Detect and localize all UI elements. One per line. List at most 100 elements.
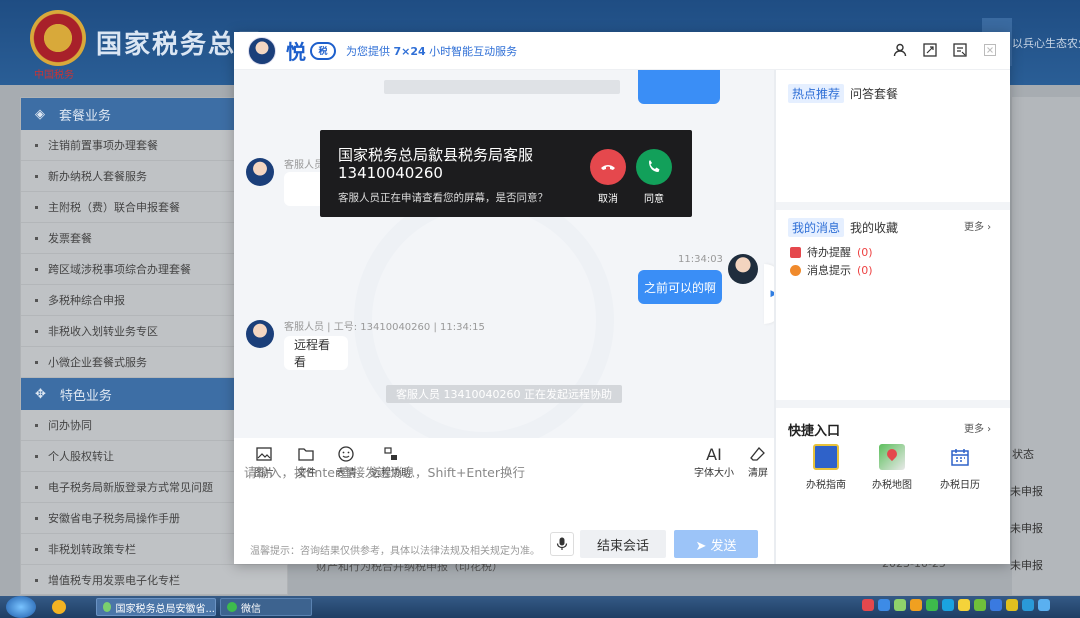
start-button[interactable] (6, 596, 36, 618)
accept-label: 同意 (644, 194, 664, 205)
tax-emblem-icon (30, 10, 86, 66)
request-subtitle: 客服人员正在申请查看您的屏幕，是否同意？ (338, 192, 548, 204)
slogan-suffix: 小时智能互动服务 (425, 44, 518, 58)
side-item-label: 跨区域涉税事项综合办理套餐 (48, 263, 191, 276)
tab-hot-recommend[interactable]: 热点推荐 (788, 84, 845, 103)
taskbar-app-browser[interactable]: 国家税务总局安徽省... (96, 598, 216, 616)
notice-label: 消息提示 (807, 264, 851, 277)
message-bubble-user-previous (638, 70, 720, 104)
system-notice-previous (384, 80, 620, 94)
map-pin-icon (879, 444, 905, 470)
font-size-label: 字体大小 (694, 468, 734, 479)
side-item-label: 电子税务局新版登录方式常见问题 (48, 481, 213, 494)
message-notice-item[interactable]: 消息提示 (0) (790, 262, 873, 278)
section-separator (776, 400, 1010, 408)
todo-reminder-item[interactable]: 待办提醒 (0) (790, 244, 873, 260)
tab-my-messages[interactable]: 我的消息 (788, 218, 845, 237)
status-value: 未申报 (1010, 522, 1043, 535)
system-tray (862, 599, 1050, 611)
decline-label: 取消 (598, 194, 618, 205)
eraser-icon (740, 446, 776, 464)
tray-icon[interactable] (1022, 599, 1034, 611)
taskbar-app-wechat[interactable]: 微信 (220, 598, 312, 616)
agent-message-meta: 客服人员 (284, 160, 324, 171)
tray-icon[interactable] (878, 599, 890, 611)
side-item-label: 注销前置事项办理套餐 (48, 139, 158, 152)
service-slogan: 为您提供 7×24 小时智能互动服务 (346, 43, 517, 59)
browser-icon (103, 602, 112, 612)
tray-icon[interactable] (926, 599, 938, 611)
microphone-icon (556, 537, 568, 550)
disclaimer-tip: 温馨提示：咨询结果仅供参考，具体以法律法规及相关规定为准。 (250, 546, 540, 557)
clear-screen-label: 清屏 (748, 468, 768, 479)
status-value: 未申报 (1010, 485, 1043, 498)
slogan-hours: 7×24 (393, 44, 426, 58)
message-text: 远程看看 (294, 338, 331, 369)
tax-guide-entry[interactable]: 办税指南 (796, 444, 856, 491)
tray-icon[interactable] (958, 599, 970, 611)
wechat-icon (227, 602, 237, 612)
message-bubble-user: 之前可以的啊 (638, 270, 722, 304)
quick-entry-label: 办税指南 (806, 480, 846, 491)
agent-avatar (246, 320, 274, 348)
notice-icon (790, 264, 801, 276)
side-group-label: 套餐业务 (59, 108, 112, 124)
export-icon[interactable] (952, 42, 968, 58)
hot-tabs: 热点推荐 问答套餐 (788, 84, 898, 103)
quick-entry-label: 办税日历 (940, 480, 980, 491)
chat-window: 悦 税 为您提供 7×24 小时智能互动服务 客服人员 一下 11:34:03 (234, 32, 1010, 564)
decline-button[interactable] (590, 149, 626, 185)
font-size-button[interactable]: AI 字体大小 (692, 446, 736, 480)
user-icon[interactable] (892, 42, 908, 58)
guide-book-icon (813, 444, 839, 470)
side-item-label: 非税收入划转业务专区 (48, 325, 158, 338)
side-item[interactable]: 增值税专用发票电子化专栏 (21, 565, 287, 594)
tab-my-favorites[interactable]: 我的收藏 (850, 218, 898, 237)
side-item-label: 个人股权转让 (48, 450, 114, 463)
tab-qa-package[interactable]: 问答套餐 (850, 84, 898, 103)
phone-icon (649, 160, 660, 172)
taskbar-app-label: 微信 (241, 603, 261, 615)
tray-icon[interactable] (1006, 599, 1018, 611)
quick-entry-more-link[interactable]: 更多 › (964, 420, 991, 435)
send-button[interactable]: ➤ 发送 (674, 530, 758, 558)
expand-icon[interactable] (922, 42, 938, 58)
clear-screen-button[interactable]: 清屏 (740, 446, 776, 479)
taskbar-app-label: 国家税务总局安徽省... (115, 603, 215, 615)
microphone-button[interactable] (550, 532, 574, 556)
message-input[interactable]: 请输入，按Enter直接发送消息，Shift+Enter换行 (244, 462, 525, 481)
taskbar: 国家税务总局安徽省... 微信 (0, 596, 1080, 618)
tax-map-entry[interactable]: 办税地图 (862, 444, 922, 491)
side-item-label: 非税划转政策专栏 (48, 543, 136, 556)
tray-icon[interactable] (974, 599, 986, 611)
calendar-icon (950, 447, 970, 467)
tax-calendar-entry[interactable]: 办税日历 (930, 444, 990, 491)
quick-launch-icon[interactable] (52, 600, 66, 614)
messages-more-link[interactable]: 更多 › (964, 218, 991, 233)
layers-icon: ◈ (35, 106, 45, 122)
agent-avatar (246, 158, 274, 186)
close-icon[interactable] (982, 42, 998, 58)
message-list[interactable]: 客服人员 一下 11:34:03 之前可以的啊 客服人员 | 工号: 13410… (234, 70, 774, 438)
tray-icon[interactable] (862, 599, 874, 611)
end-session-button[interactable]: 结束会话 (580, 530, 666, 558)
side-item-label: 小微企业套餐式服务 (48, 356, 147, 369)
agent-message-meta: 客服人员 | 工号: 13410040260 | 11:34:15 (284, 322, 485, 333)
section-separator (776, 202, 1010, 210)
portal-header-right-text: 以兵心生态农业 (1012, 37, 1080, 50)
system-notice: 客服人员 13410040260 正在发起远程协助 (386, 385, 622, 403)
tray-icon[interactable] (1038, 599, 1050, 611)
side-item-label: 增值税专用发票电子化专栏 (48, 574, 180, 587)
tray-icon[interactable] (910, 599, 922, 611)
accept-button[interactable] (636, 149, 672, 185)
quick-entry-title: 快捷入口 (788, 424, 841, 439)
request-title: 国家税务总局歙县税务局客服 13410040260 (338, 146, 534, 182)
tray-icon[interactable] (942, 599, 954, 611)
reminder-icon (790, 246, 801, 258)
side-item-label: 多税种综合申报 (48, 294, 125, 307)
notice-count: (0) (857, 263, 873, 277)
tray-icon[interactable] (990, 599, 1002, 611)
user-avatar (728, 254, 758, 284)
status-value: 未申报 (1010, 559, 1043, 572)
tray-icon[interactable] (894, 599, 906, 611)
